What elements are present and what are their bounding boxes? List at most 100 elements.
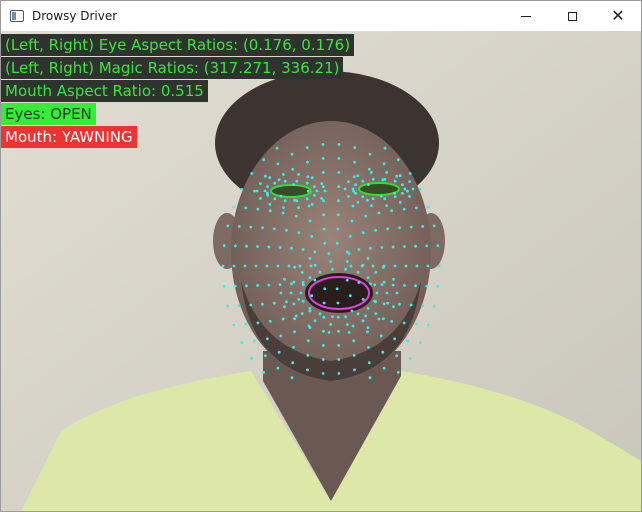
landmark-point bbox=[299, 291, 303, 295]
landmark-point bbox=[226, 304, 230, 308]
landmark-point bbox=[361, 231, 365, 235]
landmark-point bbox=[382, 366, 386, 370]
landmark-point bbox=[278, 283, 282, 286]
landmark-point bbox=[357, 248, 361, 251]
landmark-point bbox=[245, 244, 248, 248]
close-button[interactable]: ✕ bbox=[595, 1, 641, 31]
landmark-point bbox=[385, 171, 388, 174]
landmark-point bbox=[343, 187, 347, 191]
landmark-point bbox=[265, 264, 269, 268]
landmark-point bbox=[294, 214, 298, 218]
landmark-point bbox=[300, 271, 304, 274]
landmark-point bbox=[245, 284, 248, 288]
landmark-point bbox=[344, 315, 347, 318]
landmark-point bbox=[275, 146, 279, 150]
landmark-point bbox=[300, 312, 304, 315]
landmark-point bbox=[367, 361, 371, 365]
landmark-point bbox=[356, 174, 360, 178]
landmark-point bbox=[301, 283, 305, 287]
landmark-point bbox=[403, 284, 406, 287]
landmark-point bbox=[329, 323, 333, 326]
landmark-point bbox=[371, 197, 375, 201]
landmark-point bbox=[263, 354, 267, 358]
landmark-point bbox=[353, 160, 356, 164]
face bbox=[231, 121, 431, 381]
landmark-point bbox=[283, 305, 286, 309]
landmark-point bbox=[263, 174, 267, 178]
landmark-point bbox=[277, 178, 281, 182]
landmark-point bbox=[398, 200, 402, 204]
landmark-point bbox=[281, 211, 285, 215]
landmark-point bbox=[337, 157, 341, 160]
landmark-point bbox=[382, 280, 386, 284]
landmark-point bbox=[283, 199, 287, 203]
landmark-point bbox=[361, 195, 365, 199]
landmark-point bbox=[292, 346, 295, 349]
landmark-point bbox=[352, 339, 356, 343]
landmark-point bbox=[321, 157, 325, 160]
landmark-point bbox=[337, 171, 341, 174]
landmark-point bbox=[347, 331, 351, 334]
landmark-point bbox=[226, 224, 230, 228]
landmark-point bbox=[222, 244, 226, 248]
landmark-point bbox=[240, 341, 244, 344]
landmark-point bbox=[276, 162, 280, 166]
landmark-point bbox=[406, 189, 409, 193]
landmark-point bbox=[254, 264, 258, 268]
landmark-point bbox=[318, 312, 322, 316]
landmark-point bbox=[379, 334, 383, 338]
landmark-point bbox=[374, 312, 378, 315]
landmark-point bbox=[232, 323, 236, 327]
landmark-point bbox=[295, 179, 299, 183]
minimize-button[interactable] bbox=[503, 1, 549, 31]
close-icon: ✕ bbox=[611, 6, 625, 25]
landmark-point bbox=[337, 344, 341, 347]
landmark-point bbox=[414, 322, 418, 326]
landmark-point bbox=[266, 185, 269, 189]
landmark-point bbox=[322, 329, 325, 333]
landmark-point bbox=[375, 291, 379, 295]
maximize-icon bbox=[567, 11, 577, 21]
landmark-point bbox=[415, 264, 419, 268]
title-bar[interactable]: Drowsy Driver ✕ bbox=[1, 1, 641, 31]
minimize-icon bbox=[521, 15, 531, 17]
landmark-point bbox=[426, 323, 430, 327]
landmark-point bbox=[337, 185, 341, 189]
maximize-button[interactable] bbox=[549, 1, 595, 31]
landmark-point bbox=[351, 324, 355, 328]
landmark-point bbox=[276, 366, 280, 370]
landmark-point bbox=[353, 146, 357, 150]
landmark-point bbox=[395, 174, 399, 178]
landmark-point bbox=[393, 191, 396, 195]
landmark-point bbox=[313, 193, 316, 197]
landmark-point bbox=[292, 302, 296, 306]
landmark-point bbox=[383, 177, 387, 181]
landmark-point bbox=[289, 291, 293, 295]
landmark-point bbox=[368, 376, 372, 380]
mouth-status-badge: Mouth: YAWNING bbox=[1, 126, 137, 148]
landmark-point bbox=[347, 195, 350, 198]
landmark-point bbox=[322, 301, 326, 305]
landmark-point bbox=[383, 197, 387, 201]
landmark-point bbox=[308, 276, 312, 279]
webcam-feed: (Left, Right) Eye Aspect Ratios: (0.176,… bbox=[1, 31, 641, 511]
landmark-point bbox=[306, 368, 309, 372]
landmark-point bbox=[398, 174, 402, 178]
landmark-point bbox=[322, 315, 326, 319]
landmark-point bbox=[305, 197, 309, 201]
landmark-point bbox=[351, 204, 355, 208]
landmark-point bbox=[237, 304, 241, 307]
landmark-point bbox=[409, 303, 413, 307]
landmark-point bbox=[348, 294, 352, 298]
landmark-point bbox=[313, 278, 317, 282]
landmark-point bbox=[366, 330, 369, 334]
landmark-point bbox=[291, 361, 295, 365]
landmark-point bbox=[262, 158, 266, 162]
landmark-point bbox=[282, 206, 285, 210]
landmark-point bbox=[353, 368, 356, 372]
landmark-point bbox=[276, 264, 280, 268]
landmark-point bbox=[294, 314, 298, 318]
landmark-point bbox=[287, 264, 291, 268]
landmark-point bbox=[285, 228, 288, 232]
landmark-point bbox=[292, 280, 296, 284]
